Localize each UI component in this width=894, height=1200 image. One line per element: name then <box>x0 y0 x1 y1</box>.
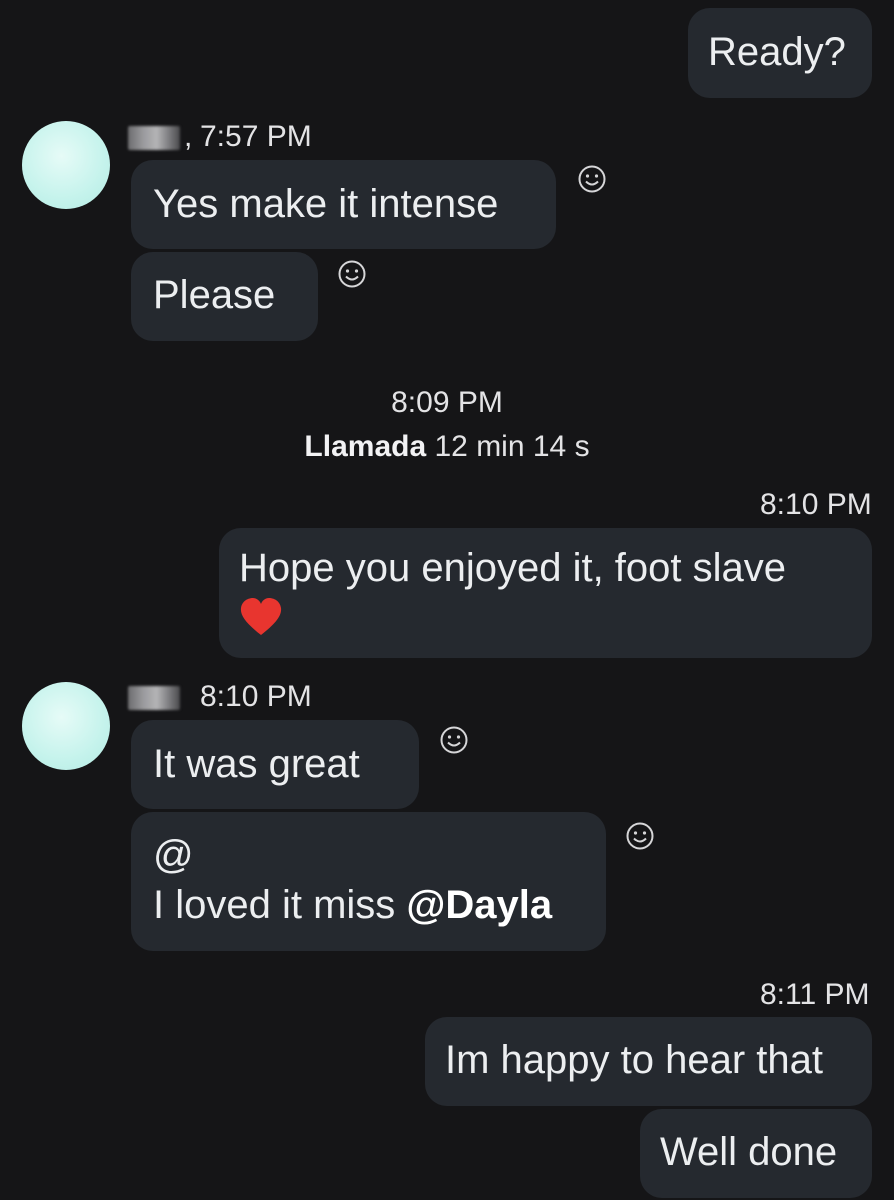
message-text: Please <box>153 273 276 317</box>
call-timestamp: 8:09 PM <box>391 386 503 419</box>
message-timestamp: 7:57 PM <box>200 120 312 153</box>
avatar[interactable] <box>22 682 110 770</box>
message-bubble-outgoing[interactable]: Hope you enjoyed it, foot slave <box>219 528 872 658</box>
message-bubble-outgoing[interactable]: Im happy to hear that <box>425 1017 872 1106</box>
avatar[interactable] <box>22 121 110 209</box>
message-text: Well done <box>660 1130 838 1174</box>
message-timestamp: 8:10 PM <box>760 488 872 521</box>
message-bubble-incoming[interactable]: Yes make it intense <box>131 160 556 249</box>
message-text: @ <box>153 833 194 877</box>
call-label: Llamada <box>304 430 427 463</box>
message-bubble-outgoing[interactable]: Ready? <box>688 8 872 98</box>
call-duration: 12 min 14 s <box>434 430 590 463</box>
smiley-reaction-icon[interactable] <box>336 258 368 290</box>
call-summary[interactable]: Llamada 12 min 14 s <box>0 430 894 464</box>
message-separator: , <box>184 120 193 153</box>
smiley-reaction-icon[interactable] <box>624 820 656 852</box>
message-text: Yes make it intense <box>153 182 499 226</box>
message-bubble-outgoing[interactable]: Well done <box>640 1109 872 1198</box>
message-timestamp: 8:11 PM <box>760 978 870 1011</box>
user-mention[interactable]: @Dayla <box>406 883 552 927</box>
message-bubble-incoming[interactable]: @ I loved it miss @Dayla <box>131 812 606 951</box>
sender-name-redacted <box>128 686 180 710</box>
smiley-reaction-icon[interactable] <box>438 724 470 756</box>
message-text: It was great <box>153 742 360 786</box>
message-text: Im happy to hear that <box>445 1038 824 1082</box>
heart-emoji-icon <box>240 598 282 635</box>
smiley-reaction-icon[interactable] <box>576 163 608 195</box>
message-bubble-incoming[interactable]: Please <box>131 252 318 341</box>
sender-name-redacted <box>128 126 180 150</box>
message-timestamp: 8:10 PM <box>200 680 312 713</box>
message-text: I loved it miss @Dayla <box>153 882 606 928</box>
message-text-body: I loved it miss <box>153 883 407 927</box>
message-bubble-incoming[interactable]: It was great <box>131 720 419 809</box>
message-text: Hope you enjoyed it, foot slave <box>239 546 787 590</box>
message-text: Ready? <box>708 30 846 74</box>
